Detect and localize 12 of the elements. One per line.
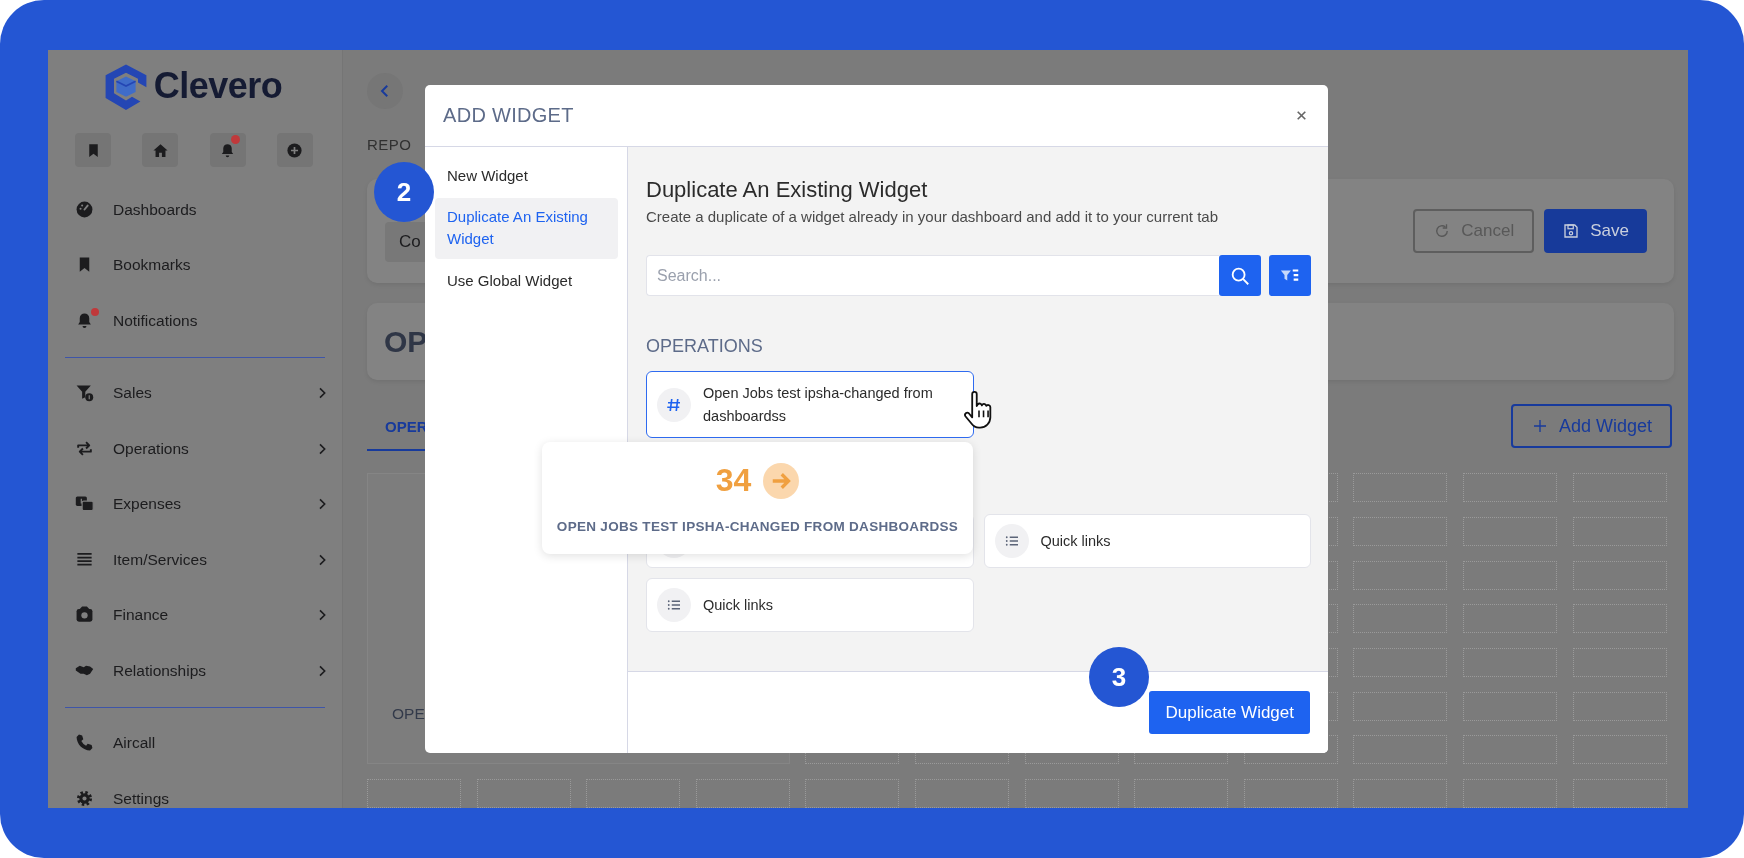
- metric-title: OPEN JOBS TEST IPSHA-CHANGED FROM DASHBOARDSS: [556, 519, 959, 534]
- logo-text: Clevero: [153, 65, 283, 107]
- widget-name: Open Jobs test ipsha-changed from dashboardss: [703, 383, 934, 426]
- widget-label: OPE: [392, 705, 425, 724]
- metric-value: 34: [715, 462, 752, 499]
- widget-name: Quick links: [1040, 531, 1111, 551]
- dialog-title: ADD WIDGET: [443, 104, 574, 127]
- widget-name: Quick links: [703, 595, 774, 615]
- category-heading: OPERATIONS: [646, 335, 764, 358]
- description-text: Create a duplicate of a widget already in your dashboard and add it to your current tab: [646, 207, 1220, 227]
- section-heading: Duplicate An Existing Widget: [646, 176, 929, 204]
- dashboard-title: OP: [384, 324, 428, 359]
